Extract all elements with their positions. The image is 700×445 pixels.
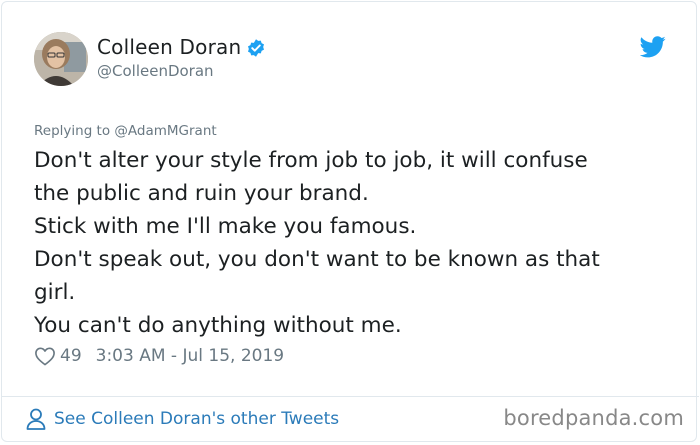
tweet-header: Colleen Doran @ColleenDoran: [34, 32, 666, 92]
author-name[interactable]: Colleen Doran: [97, 35, 241, 59]
tweet-text-line: Stick with me I'll make you famous.: [34, 214, 417, 239]
tweet-card: Colleen Doran @ColleenDoran Replying to …: [1, 1, 697, 442]
footer-divider: [1, 396, 699, 397]
tweet-text-line: girl.: [34, 280, 76, 305]
tweet-text-line: Don't alter your style from job to job, …: [34, 148, 588, 173]
person-icon: [26, 408, 46, 430]
see-other-tweets-link[interactable]: See Colleen Doran's other Tweets: [26, 408, 339, 430]
heart-icon[interactable]: [34, 346, 56, 366]
author-name-row: Colleen Doran: [97, 35, 266, 59]
tweet-text: Don't alter your style from job to job, …: [34, 144, 674, 342]
see-other-tweets-label[interactable]: See Colleen Doran's other Tweets: [54, 409, 339, 429]
tweet-meta: 49 3:03 AM - Jul 15, 2019: [34, 346, 284, 366]
tweet-text-line: You can't do anything without me.: [34, 313, 402, 338]
avatar[interactable]: [34, 32, 88, 86]
verified-badge-icon: [248, 38, 265, 57]
watermark: boredpanda.com: [503, 406, 684, 430]
tweet-text-line: Don't speak out, you don't want to be kn…: [34, 247, 600, 272]
like-count[interactable]: 49: [60, 346, 82, 366]
tweet-text-line: the public and ruin your brand.: [34, 181, 369, 206]
author-info: Colleen Doran @ColleenDoran: [97, 35, 266, 80]
replying-to[interactable]: Replying to @AdamMGrant: [34, 123, 217, 139]
author-handle[interactable]: @ColleenDoran: [97, 62, 266, 80]
tweet-timestamp[interactable]: 3:03 AM - Jul 15, 2019: [96, 346, 284, 366]
twitter-bird-icon[interactable]: [640, 36, 666, 58]
